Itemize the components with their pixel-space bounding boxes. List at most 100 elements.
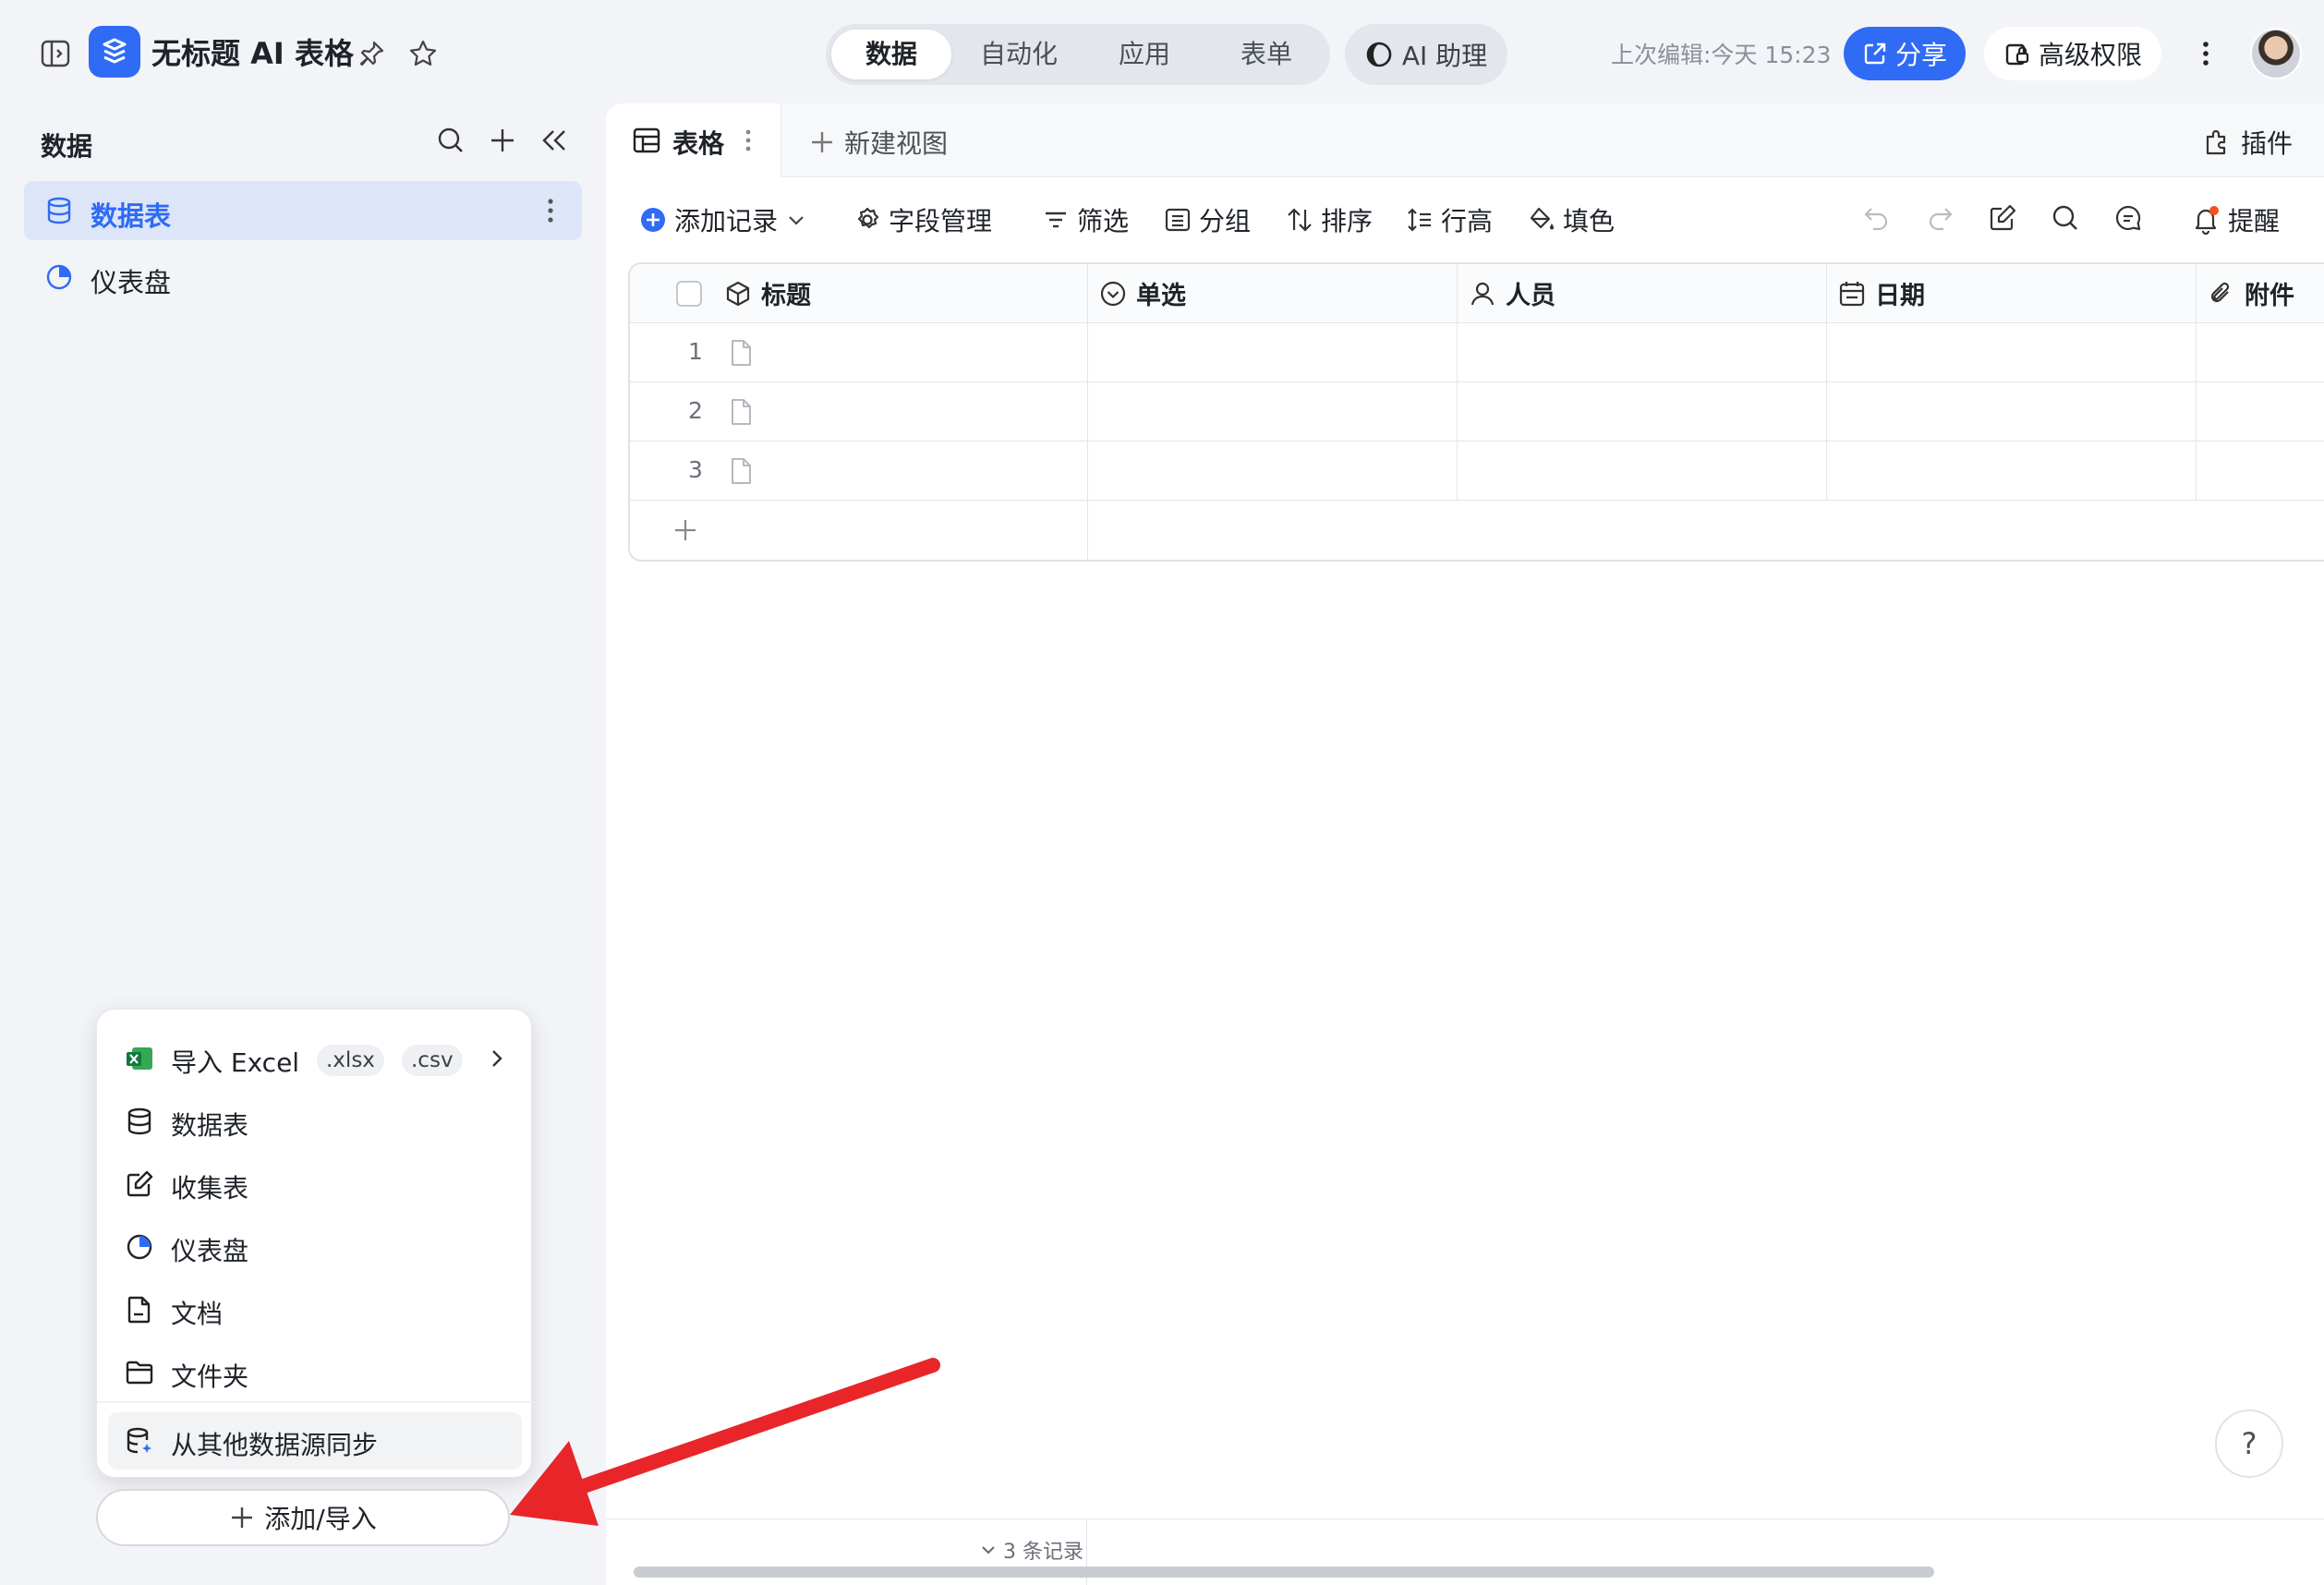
table-row[interactable]: 1 — [630, 323, 2324, 382]
table-cell[interactable] — [1088, 442, 1458, 501]
group-list-icon — [1164, 206, 1192, 234]
form-edit-icon — [125, 1169, 154, 1199]
table-cell[interactable] — [630, 442, 1088, 501]
add-row-cell[interactable] — [630, 501, 1088, 560]
table-cell[interactable] — [1458, 323, 1827, 382]
column-label: 附件 — [2245, 282, 2294, 310]
add-record-button[interactable]: 添加记录 — [639, 201, 807, 238]
add-import-button[interactable]: 添加/导入 — [96, 1489, 510, 1546]
column-header-title[interactable]: 标题 — [630, 264, 1088, 323]
add-icon[interactable] — [482, 120, 523, 161]
search-icon[interactable] — [430, 120, 471, 161]
table-cell[interactable] — [1088, 323, 1458, 382]
permissions-label: 高级权限 — [2038, 40, 2142, 70]
app-title[interactable]: 无标题 AI 表格 — [151, 30, 354, 73]
advanced-permissions-button[interactable]: 高级权限 — [1984, 27, 2161, 80]
new-view-button[interactable]: 新建视图 — [809, 124, 948, 161]
menu-item-form[interactable]: 收集表 — [108, 1155, 522, 1213]
ai-assistant-button[interactable]: AI 助理 — [1345, 24, 1507, 85]
menu-item-folder[interactable]: 文件夹 — [108, 1344, 522, 1401]
help-button[interactable]: ? — [2215, 1410, 2283, 1478]
filter-button[interactable]: 筛选 — [1042, 201, 1129, 238]
pin-icon[interactable] — [351, 33, 392, 74]
view-tab-label: 表格 — [672, 128, 725, 159]
view-more-icon[interactable] — [744, 127, 752, 153]
paint-bucket-icon — [1528, 206, 1555, 234]
add-row[interactable] — [630, 501, 2324, 560]
undo-icon[interactable] — [1862, 203, 1892, 233]
horizontal-scrollbar[interactable] — [634, 1567, 1934, 1578]
redo-icon[interactable] — [1925, 203, 1955, 233]
tab-automation[interactable]: 自动化 — [959, 30, 1079, 79]
menu-item-label: 文档 — [171, 1299, 224, 1329]
comment-icon[interactable] — [2113, 203, 2143, 233]
toolbar: 添加记录 字段管理 筛选 分组 排序 行高 填色 提醒 — [606, 185, 2324, 251]
field-manage-button[interactable]: 字段管理 — [853, 201, 992, 238]
sidebar-item-dashboard[interactable]: 仪表盘 — [24, 248, 582, 307]
table-cell[interactable] — [1458, 442, 1827, 501]
share-label: 分享 — [1894, 40, 1947, 70]
reminder-label: 提醒 — [2228, 206, 2281, 236]
tab-apps[interactable]: 应用 — [1084, 30, 1204, 79]
column-header-attachment[interactable]: 附件 — [2197, 264, 2324, 323]
column-header-single-select[interactable]: 单选 — [1088, 264, 1458, 323]
database-icon — [125, 1107, 154, 1136]
edit-icon[interactable] — [1988, 203, 2017, 233]
table-row[interactable]: 3 — [630, 442, 2324, 501]
collapse-sidebar-icon[interactable] — [534, 120, 575, 161]
plugins-button[interactable]: 插件 — [2202, 124, 2293, 161]
menu-item-dashboard[interactable]: 仪表盘 — [108, 1218, 522, 1276]
row-height-button[interactable]: 行高 — [1406, 201, 1493, 238]
share-button[interactable]: 分享 — [1844, 27, 1966, 80]
table-grid-icon — [632, 126, 661, 155]
group-button[interactable]: 分组 — [1164, 201, 1251, 238]
table-cell[interactable] — [630, 382, 1088, 442]
more-menu-icon[interactable] — [2185, 33, 2226, 74]
table-row[interactable]: 2 — [630, 382, 2324, 442]
ai-assistant-label: AI 助理 — [1401, 41, 1488, 71]
permission-lock-icon — [2003, 40, 2031, 67]
sort-button[interactable]: 排序 — [1286, 201, 1373, 238]
menu-item-sync-datasource[interactable]: 从其他数据源同步 — [108, 1412, 522, 1470]
search-icon[interactable] — [2051, 203, 2080, 233]
fill-color-button[interactable]: 填色 — [1528, 201, 1615, 238]
reminder-button[interactable]: 提醒 — [2191, 201, 2280, 238]
view-tab-table[interactable]: 表格 — [606, 103, 781, 177]
table-cell[interactable] — [630, 323, 1088, 382]
chevron-right-icon — [489, 1046, 505, 1071]
tab-data[interactable]: 数据 — [831, 30, 951, 79]
filter-icon — [1042, 206, 1070, 234]
plus-icon[interactable] — [672, 517, 698, 543]
sidebar-title: 数据 — [41, 131, 93, 162]
table-cell[interactable] — [1458, 382, 1827, 442]
sidebar-item-data-table[interactable]: 数据表 — [24, 181, 582, 240]
menu-item-data-table[interactable]: 数据表 — [108, 1093, 522, 1150]
data-grid: 标题 单选 人员 日期 附件 1 2 3 — [628, 262, 2324, 562]
group-label: 分组 — [1199, 206, 1252, 236]
table-cell[interactable] — [1827, 382, 2197, 442]
share-icon — [1862, 41, 1888, 67]
menu-item-document[interactable]: 文档 — [108, 1281, 522, 1338]
dashboard-icon — [125, 1232, 154, 1262]
user-avatar[interactable] — [2250, 28, 2302, 79]
item-more-icon[interactable] — [547, 197, 554, 224]
person-icon — [1469, 280, 1496, 308]
record-count[interactable]: 3 条记录 — [979, 1535, 1083, 1565]
table-cell[interactable] — [1827, 323, 2197, 382]
tab-forms[interactable]: 表单 — [1208, 30, 1325, 79]
table-cell[interactable] — [1088, 382, 1458, 442]
menu-item-import-excel[interactable]: 导入 Excel .xlsx .csv — [108, 1030, 522, 1087]
table-cell[interactable] — [1827, 442, 2197, 501]
single-select-icon — [1099, 280, 1127, 308]
column-header-date[interactable]: 日期 — [1827, 264, 2197, 323]
plus-icon — [809, 129, 835, 155]
sort-label: 排序 — [1321, 206, 1374, 236]
menu-item-label: 从其他数据源同步 — [171, 1430, 379, 1460]
filter-label: 筛选 — [1077, 206, 1130, 236]
ai-assistant-icon — [1365, 41, 1393, 68]
star-icon[interactable] — [403, 33, 443, 74]
fill-color-label: 填色 — [1563, 206, 1616, 236]
sidebar-toggle-icon[interactable] — [35, 33, 76, 74]
checkbox[interactable] — [674, 279, 704, 309]
column-header-person[interactable]: 人员 — [1458, 264, 1827, 323]
